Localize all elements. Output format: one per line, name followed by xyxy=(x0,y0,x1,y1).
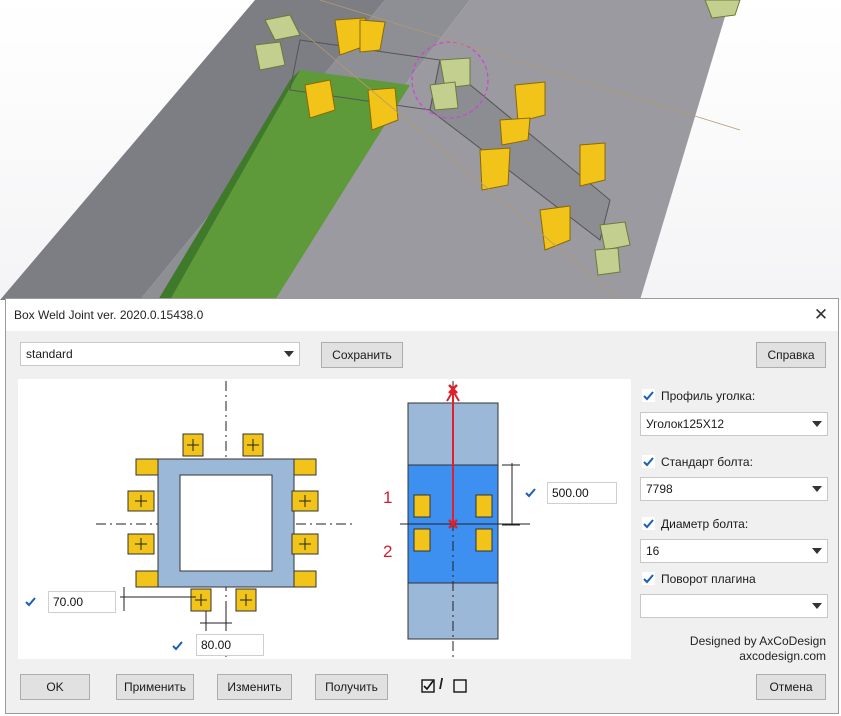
side-label-2: 2 xyxy=(383,542,392,561)
bolt-standard-value: 7798 xyxy=(646,482,673,496)
plugin-rotation-checkbox[interactable] xyxy=(642,572,655,585)
save-button[interactable]: Сохранить xyxy=(321,342,403,368)
model-viewport[interactable] xyxy=(0,0,841,300)
bolt-standard-checkbox[interactable] xyxy=(642,455,655,468)
dim-y-checkbox[interactable] xyxy=(171,639,184,652)
select-all-icon[interactable] xyxy=(421,679,435,693)
help-button[interactable]: Справка xyxy=(756,342,826,368)
chevron-down-icon xyxy=(812,421,822,427)
modify-button[interactable]: Изменить xyxy=(217,674,292,700)
apply-button[interactable]: Применить xyxy=(116,674,194,700)
ok-button[interactable]: OK xyxy=(20,674,90,700)
preset-value: standard xyxy=(26,347,73,361)
preset-select[interactable]: standard xyxy=(20,342,300,366)
get-button[interactable]: Получить xyxy=(315,674,388,700)
bolt-diameter-value: 16 xyxy=(646,544,660,558)
joint-schematic: 1 2 xyxy=(96,381,530,657)
chevron-down-icon xyxy=(812,548,822,554)
section-view xyxy=(96,381,356,657)
chevron-down-icon xyxy=(812,603,822,609)
box-weld-joint-dialog: Box Weld Joint ver. 2020.0.15438.0 ✕ sta… xyxy=(5,298,839,714)
chevron-down-icon xyxy=(284,351,294,357)
side-label-1: 1 xyxy=(383,488,392,507)
credit-website[interactable]: axcodesign.com xyxy=(739,649,826,663)
joint-drawing: 1 2 70.00 80.00 500.00 xyxy=(18,379,631,659)
bolt-standard-select[interactable]: 7798 xyxy=(640,477,828,501)
dim-length-checkbox[interactable] xyxy=(524,486,537,499)
toggle-separator: / xyxy=(439,676,444,693)
model-3d-view xyxy=(0,0,741,300)
chevron-down-icon xyxy=(812,486,822,492)
cancel-button[interactable]: Отмена xyxy=(756,674,826,700)
plugin-rotation-label: Поворот плагина xyxy=(661,572,756,586)
select-none-icon[interactable] xyxy=(453,679,467,693)
bolt-diameter-checkbox[interactable] xyxy=(642,517,655,530)
dim-length-input[interactable]: 500.00 xyxy=(547,482,617,504)
angle-profile-value: Уголок125X12 xyxy=(646,417,725,431)
angle-profile-select[interactable]: Уголок125X12 xyxy=(640,412,828,436)
bolt-standard-label: Стандарт болта: xyxy=(661,455,753,469)
elevation-view: 1 2 xyxy=(383,381,530,657)
angle-profile-checkbox[interactable] xyxy=(642,389,655,402)
angle-profile-label: Профиль уголка: xyxy=(661,389,756,403)
title-bar: Box Weld Joint ver. 2020.0.15438.0 ✕ xyxy=(6,299,838,331)
box-hollow xyxy=(179,474,273,572)
dim-y-input[interactable]: 80.00 xyxy=(196,634,264,656)
dim-x-checkbox[interactable] xyxy=(24,595,37,608)
close-icon[interactable]: ✕ xyxy=(810,304,832,326)
plugin-rotation-select[interactable] xyxy=(640,594,828,618)
bolt-diameter-select[interactable]: 16 xyxy=(640,539,828,563)
dialog-title: Box Weld Joint ver. 2020.0.15438.0 xyxy=(14,308,204,322)
credit-designer: Designed by AxCoDesign xyxy=(689,634,826,648)
dim-x-input[interactable]: 70.00 xyxy=(48,591,116,613)
bolt-diameter-label: Диаметр болта: xyxy=(661,517,749,531)
